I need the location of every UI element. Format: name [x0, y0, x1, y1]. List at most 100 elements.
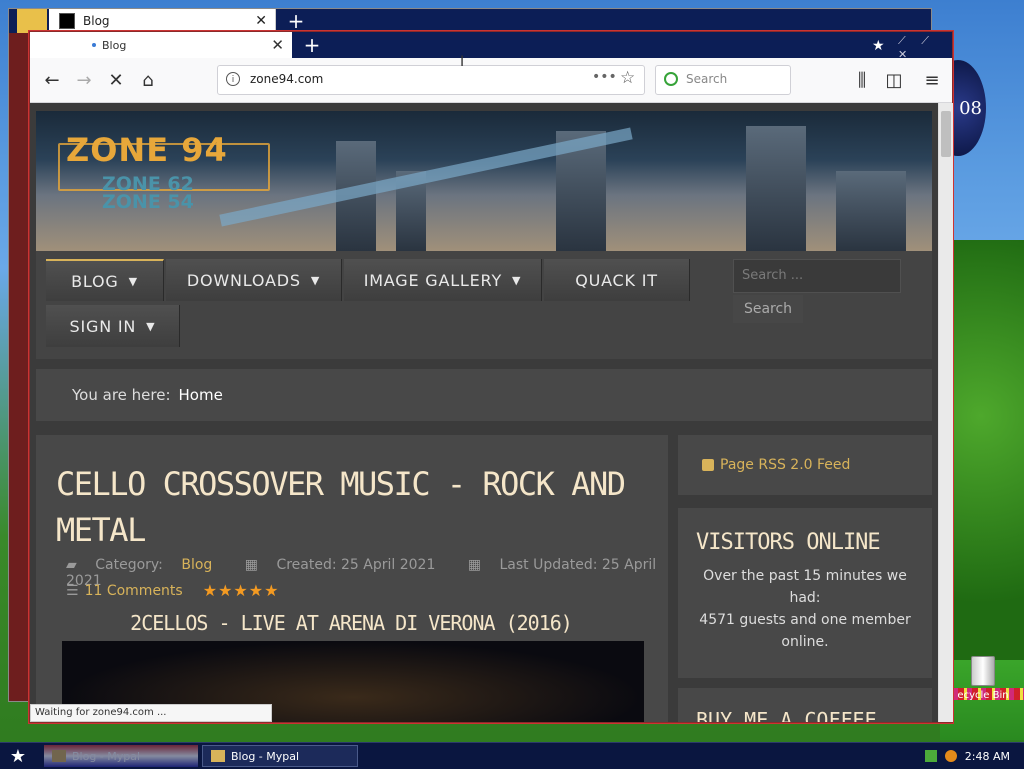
caret-down-icon: ▼ — [146, 319, 156, 333]
calendar-icon: ▦ — [467, 557, 482, 573]
article: CELLO CROSSOVER MUSIC - ROCK AND METAL ▰… — [36, 435, 668, 722]
breadcrumb: You are here: Home — [36, 369, 932, 421]
menu-item-downloads[interactable]: DOWNLOADS ▼ — [166, 259, 342, 301]
desktop-sign-text: 08 — [959, 97, 982, 119]
breadcrumb-home-link[interactable]: Home — [179, 386, 223, 404]
new-tab-icon[interactable]: + — [284, 9, 308, 33]
banner-building — [836, 171, 906, 251]
menu-item-label: SIGN IN — [69, 316, 137, 336]
breadcrumb-prefix: You are here: — [72, 386, 171, 404]
caret-down-icon: ▼ — [512, 273, 522, 287]
logo-sub-text: ZONE 62 ZONE 54 — [102, 175, 194, 213]
category-meta: ▰ Category: Blog — [66, 557, 226, 573]
taskbar-item-2[interactable]: Blog - Mypal — [202, 745, 358, 767]
comment-icon: ☰ — [66, 582, 79, 599]
star-icon: ★ — [872, 38, 885, 54]
close-icon[interactable]: ✕ — [255, 13, 267, 29]
menu-item-quack-it[interactable]: QUACK IT — [544, 259, 690, 301]
text-cursor-icon: I — [460, 54, 465, 70]
app-icon — [52, 750, 66, 762]
close-tab-icon[interactable]: ✕ — [271, 36, 284, 54]
tab-title: Blog — [102, 38, 127, 52]
site-search-button[interactable]: Search — [733, 295, 803, 323]
comments-link[interactable]: 11 Comments — [85, 583, 183, 599]
article-subtitle: 2CELLOS - LIVE AT ARENA DI VERONA (2016) — [130, 611, 573, 635]
banner-building — [746, 126, 806, 251]
visitors-title: VISITORS ONLINE — [696, 530, 881, 555]
loading-dot-icon — [92, 43, 96, 47]
page-actions-icon[interactable]: ••• — [592, 69, 617, 85]
created-date: Created: 25 April 2021 — [276, 557, 436, 573]
desktop-tree — [952, 240, 1024, 680]
recycle-bin[interactable]: ecycle Bin — [948, 656, 1018, 701]
menu-item-sign-in[interactable]: SIGN IN ▼ — [46, 305, 180, 347]
scrollbar-thumb[interactable] — [941, 111, 951, 157]
back-arrow-icon[interactable]: ← — [38, 66, 66, 94]
background-tab-bar: Blog ✕ + — [9, 9, 931, 33]
start-button[interactable]: ★ — [4, 745, 32, 767]
page-scrollbar[interactable] — [938, 103, 953, 722]
status-bar: Waiting for zone94.com ... — [30, 704, 272, 722]
browser-window: Blog ✕ + ★ ⟋ ⟋ ✕ ← → ✕ ⌂ i zone94.com ••… — [29, 31, 953, 723]
url-text[interactable]: zone94.com — [250, 72, 323, 86]
created-meta: ▦ Created: 25 April 2021 — [245, 557, 450, 573]
clock[interactable]: 2:48 AM — [965, 750, 1010, 763]
visitors-line2: 4571 guests and one member online. — [699, 612, 911, 650]
category-link[interactable]: Blog — [181, 557, 212, 573]
article-title[interactable]: CELLO CROSSOVER MUSIC - ROCK AND METAL — [56, 461, 636, 553]
background-tab[interactable]: Blog ✕ — [49, 9, 276, 33]
network-icon[interactable] — [924, 750, 937, 762]
stop-loading-icon[interactable]: ✕ — [102, 66, 130, 94]
background-logo — [17, 9, 47, 33]
menu-icon[interactable]: ≡ — [918, 66, 946, 94]
taskbar-item-label: Blog - Mypal — [72, 749, 141, 763]
app-icon — [211, 750, 225, 762]
tab-favicon-icon — [59, 13, 75, 29]
article-meta-2: ☰ 11 Comments ★★★★★ — [66, 581, 279, 600]
window-controls[interactable]: ⟋ ⟋ ✕ — [898, 34, 952, 58]
home-icon[interactable]: ⌂ — [134, 66, 162, 94]
system-tray: 2:48 AM — [920, 745, 1020, 767]
category-label: Category: — [95, 557, 163, 573]
background-tab-title: Blog — [83, 14, 110, 28]
bookmark-star-icon[interactable]: ☆ — [620, 68, 635, 88]
sidebar-icon[interactable]: ◫ — [880, 66, 908, 94]
search-icon[interactable] — [944, 750, 957, 762]
taskbar-item-1[interactable]: Blog - Mypal — [44, 745, 198, 767]
library-icon[interactable]: ⫼ — [848, 66, 876, 94]
search-engine-icon — [664, 72, 678, 86]
folder-icon: ▰ — [66, 557, 77, 573]
coffee-module: BUY ME A COFFEE — [678, 688, 932, 722]
coffee-title: BUY ME A COFFEE — [696, 708, 877, 722]
rating-stars[interactable]: ★★★★★ — [203, 581, 280, 600]
url-bar[interactable]: i zone94.com ••• ☆ — [217, 65, 645, 95]
menu-item-label: BLOG — [71, 271, 119, 291]
calendar-icon: ▦ — [244, 557, 258, 573]
visitors-line1: Over the past 15 minutes we had: — [703, 568, 907, 606]
menu-item-label: QUACK IT — [575, 270, 658, 290]
menu-item-label: IMAGE GALLERY — [363, 270, 503, 290]
info-icon[interactable]: i — [226, 72, 240, 86]
browser-search-box[interactable]: Search — [655, 65, 791, 95]
rss-feed-link[interactable]: Page RSS 2.0 Feed — [678, 435, 932, 495]
rss-label: Page RSS 2.0 Feed — [720, 457, 851, 473]
site-search-placeholder: Search ... — [742, 268, 804, 283]
site-banner: ZONE 94 ZONE 62 ZONE 54 — [36, 111, 932, 251]
tab-blog[interactable]: Blog ✕ — [30, 32, 292, 58]
caret-down-icon: ▼ — [128, 274, 138, 288]
taskbar-item-label: Blog - Mypal — [231, 749, 300, 763]
site-search-button-label: Search — [743, 301, 793, 317]
forward-arrow-icon[interactable]: → — [70, 66, 98, 94]
browser-search-placeholder[interactable]: Search — [686, 72, 727, 86]
logo-sub2: ZONE 54 — [102, 191, 194, 213]
taskbar: ★ Blog - Mypal Blog - Mypal 2:48 AM — [0, 742, 1024, 769]
visitors-text: Over the past 15 minutes we had: 4571 gue… — [690, 565, 920, 653]
new-tab-button[interactable]: + — [300, 32, 324, 58]
menu-item-blog[interactable]: BLOG ▼ — [46, 259, 164, 301]
site-search-input[interactable]: Search ... — [733, 259, 901, 293]
menu-item-image-gallery[interactable]: IMAGE GALLERY ▼ — [344, 259, 542, 301]
site-menu: BLOG ▼ DOWNLOADS ▼ IMAGE GALLERY ▼ QUACK IT… — [36, 251, 932, 359]
recycle-bin-label: ecycle Bin — [957, 690, 1009, 701]
site-logo[interactable]: ZONE 94 ZONE 62 ZONE 54 — [58, 129, 270, 219]
rss-icon — [702, 459, 714, 471]
